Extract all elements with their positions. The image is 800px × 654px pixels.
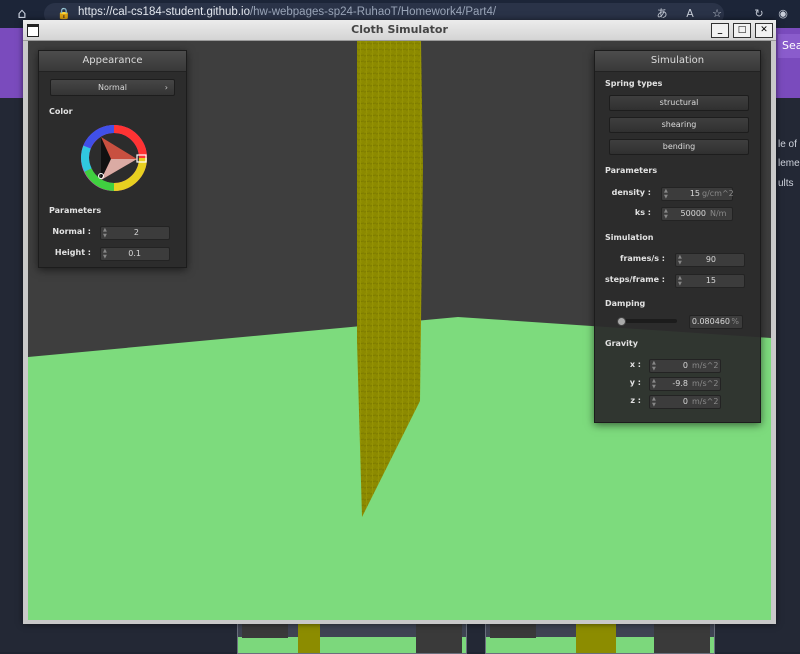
gravity-x-input[interactable]: ▲ ▼ 0 m/s^2 bbox=[649, 359, 721, 373]
fps-value: 90 bbox=[705, 255, 716, 264]
bending-toggle-button[interactable]: bending bbox=[609, 139, 749, 155]
profile-icon[interactable]: ◉ bbox=[776, 7, 790, 21]
ks-label: ks : bbox=[634, 208, 651, 217]
ks-unit: N/m bbox=[710, 209, 727, 218]
color-wheel[interactable] bbox=[81, 125, 151, 193]
search-button[interactable]: Sea bbox=[778, 34, 800, 58]
gravity-z-value: 0 bbox=[682, 397, 688, 406]
steps-label: steps/frame : bbox=[605, 275, 665, 284]
shader-dropdown[interactable]: Normal › bbox=[50, 79, 175, 96]
damping-value: 0.080460 bbox=[691, 317, 730, 326]
density-input[interactable]: ▲ ▼ 15 g/cm^2 bbox=[661, 187, 734, 201]
gravity-y-label: y : bbox=[629, 378, 641, 387]
appearance-panel: Appearance Normal › Color Parameters Nor… bbox=[38, 50, 187, 268]
gravity-x-value: 0 bbox=[682, 361, 688, 370]
damping-slider-handle[interactable] bbox=[617, 317, 626, 326]
spinner-icon[interactable]: ▲ ▼ bbox=[652, 396, 656, 408]
page-text-snippet: ults bbox=[778, 178, 794, 189]
height-value: 0.1 bbox=[128, 249, 141, 258]
spinner-icon[interactable]: ▲ ▼ bbox=[652, 378, 656, 390]
gravity-y-input[interactable]: ▲ ▼ -9.8 m/s^2 bbox=[649, 377, 721, 391]
spinner-icon[interactable]: ▲ ▼ bbox=[664, 188, 668, 200]
gravity-y-value: -9.8 bbox=[672, 379, 688, 388]
url-text: https://cal-cs184-student.github.io/hw-w… bbox=[78, 6, 496, 18]
spinner-icon[interactable]: ▲ ▼ bbox=[103, 248, 107, 260]
lock-icon[interactable]: 🔒 bbox=[57, 7, 71, 21]
gravity-label: Gravity bbox=[605, 339, 638, 348]
window-titlebar[interactable]: Cloth Simulator _ □ ✕ bbox=[23, 20, 776, 41]
gravity-z-unit: m/s^2 bbox=[692, 397, 719, 406]
chevron-right-icon: › bbox=[164, 83, 168, 92]
spinner-icon[interactable]: ▲ ▼ bbox=[103, 227, 107, 239]
shearing-toggle-button[interactable]: shearing bbox=[609, 117, 749, 133]
close-button[interactable]: ✕ bbox=[755, 23, 773, 38]
page-text-snippet: le of c bbox=[778, 139, 800, 150]
favorite-icon[interactable]: ☆ bbox=[710, 7, 724, 21]
spinner-icon[interactable]: ▲ ▼ bbox=[678, 254, 682, 266]
gravity-x-label: x : bbox=[629, 360, 641, 369]
refresh-icon[interactable]: ↻ bbox=[752, 7, 766, 21]
simulation-section-label: Simulation bbox=[605, 233, 654, 242]
normal-label: Normal : bbox=[52, 227, 91, 236]
ks-value: 50000 bbox=[680, 209, 706, 218]
height-input[interactable]: ▲ ▼ 0.1 bbox=[100, 247, 170, 261]
appearance-parameters-label: Parameters bbox=[49, 206, 102, 215]
simulation-panel: Simulation Spring types structural shear… bbox=[594, 50, 761, 423]
color-section-label: Color bbox=[49, 107, 73, 116]
page-screenshot-thumbnail bbox=[237, 623, 467, 654]
translate-icon[interactable]: あ bbox=[655, 7, 669, 21]
spinner-icon[interactable]: ▲ ▼ bbox=[652, 360, 656, 372]
shader-dropdown-value: Normal bbox=[98, 83, 127, 92]
page-screenshot-thumbnail bbox=[485, 623, 715, 654]
steps-value: 15 bbox=[705, 276, 716, 285]
height-label: Height : bbox=[54, 248, 91, 257]
fps-label: frames/s : bbox=[619, 254, 665, 263]
structural-toggle-button[interactable]: structural bbox=[609, 95, 749, 111]
gravity-y-unit: m/s^2 bbox=[692, 379, 719, 388]
damping-input[interactable]: 0.080460 % bbox=[689, 315, 743, 329]
minimize-button[interactable]: _ bbox=[711, 23, 729, 38]
gravity-z-label: z : bbox=[630, 396, 641, 405]
maximize-button[interactable]: □ bbox=[733, 23, 751, 38]
density-value: 15 bbox=[689, 189, 700, 198]
damping-unit: % bbox=[731, 317, 739, 326]
damping-slider[interactable] bbox=[619, 319, 677, 323]
normal-value: 2 bbox=[133, 228, 139, 237]
appearance-panel-title[interactable]: Appearance bbox=[39, 51, 186, 72]
sim-parameters-label: Parameters bbox=[605, 166, 658, 175]
spring-types-label: Spring types bbox=[605, 79, 663, 88]
density-unit: g/cm^2 bbox=[702, 189, 734, 198]
page-text-snippet: leme bbox=[778, 158, 800, 169]
ks-input[interactable]: ▲ ▼ 50000 N/m bbox=[661, 207, 733, 221]
fps-input[interactable]: ▲ ▼ 90 bbox=[675, 253, 745, 267]
steps-input[interactable]: ▲ ▼ 15 bbox=[675, 274, 745, 288]
gravity-x-unit: m/s^2 bbox=[692, 361, 719, 370]
cloth-simulator-window: Cloth Simulator _ □ ✕ Appearance Normal … bbox=[23, 20, 776, 624]
read-aloud-icon[interactable]: A bbox=[683, 7, 697, 21]
spinner-icon[interactable]: ▲ ▼ bbox=[678, 275, 682, 287]
url-host: https://cal-cs184-student.github.io bbox=[78, 6, 250, 18]
simulation-panel-title[interactable]: Simulation bbox=[595, 51, 760, 72]
normal-input[interactable]: ▲ ▼ 2 bbox=[100, 226, 170, 240]
window-title: Cloth Simulator bbox=[351, 23, 448, 36]
gravity-z-input[interactable]: ▲ ▼ 0 m/s^2 bbox=[649, 395, 721, 409]
damping-label: Damping bbox=[605, 299, 646, 308]
url-path: /hw-webpages-sp24-RuhaoT/Homework4/Part4… bbox=[249, 6, 497, 18]
density-label: density : bbox=[611, 188, 651, 197]
spinner-icon[interactable]: ▲ ▼ bbox=[664, 208, 668, 220]
